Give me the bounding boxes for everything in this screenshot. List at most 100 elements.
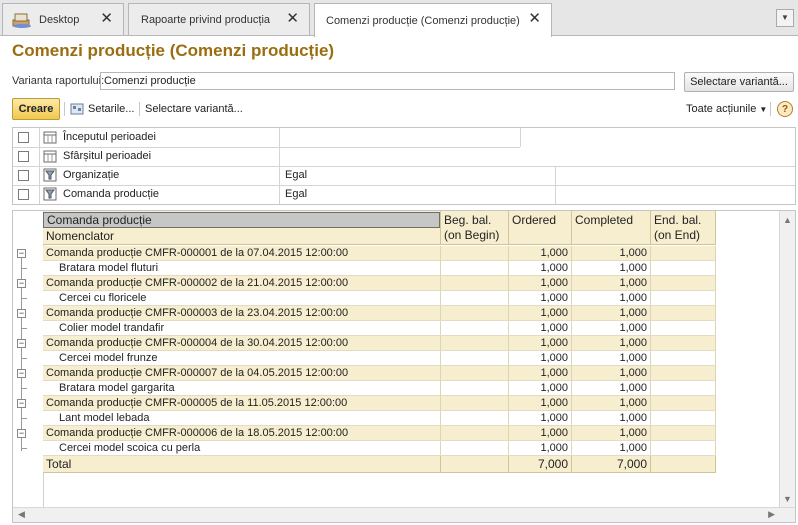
- product-row[interactable]: Lant model lebada 1,000 1,000: [43, 411, 716, 426]
- header-beg-bal: Beg. bal. (on Begin): [441, 211, 509, 245]
- collapse-icon[interactable]: −: [17, 339, 26, 348]
- tab-label: Desktop: [39, 13, 80, 26]
- collapse-icon[interactable]: −: [17, 399, 26, 408]
- tab-label: Comenzi producție (Comenzi producție): [326, 14, 520, 27]
- setting-condition[interactable]: Egal: [285, 188, 307, 200]
- cell-name: Comanda producție CMFR-000005 de la 11.0…: [43, 396, 441, 410]
- setting-checkbox[interactable]: [18, 189, 29, 200]
- cell-ordered: 1,000: [509, 396, 572, 410]
- cell-name: Colier model trandafir: [43, 321, 441, 335]
- report-table[interactable]: Nomenclator Comanda producție Beg. bal. …: [12, 210, 796, 523]
- cell-ordered: 1,000: [509, 366, 572, 380]
- order-row[interactable]: Comanda producție CMFR-000002 de la 21.0…: [43, 276, 716, 291]
- cell-ordered: 1,000: [509, 291, 572, 305]
- tree-hook: [21, 418, 27, 419]
- collapse-icon[interactable]: −: [17, 429, 26, 438]
- product-row[interactable]: Colier model trandafir 1,000 1,000: [43, 321, 716, 336]
- gear-icon[interactable]: [70, 102, 84, 116]
- cell-name: Comanda producție CMFR-000007 de la 04.0…: [43, 366, 441, 380]
- filter-icon: [43, 187, 57, 201]
- cell-beg: [441, 366, 509, 380]
- cell-beg: [441, 291, 509, 305]
- select-variant-link[interactable]: Selectare variantă...: [145, 103, 243, 115]
- collapse-icon[interactable]: −: [17, 279, 26, 288]
- cell-completed: 1,000: [572, 306, 651, 320]
- close-icon[interactable]: ✕: [286, 11, 299, 26]
- create-button[interactable]: Creare: [12, 98, 60, 120]
- tree-hook: [21, 268, 27, 269]
- cell-ordered: 1,000: [509, 441, 572, 455]
- cell-beg: [441, 396, 509, 410]
- cell-end: [651, 246, 716, 260]
- order-row[interactable]: Comanda producție CMFR-000007 de la 04.0…: [43, 366, 716, 381]
- tab-label: Rapoarte privind producția: [141, 13, 271, 26]
- collapse-icon[interactable]: −: [17, 249, 26, 258]
- calendar-icon: [43, 150, 57, 163]
- cell-beg: [441, 336, 509, 350]
- cell-ordered: 1,000: [509, 261, 572, 275]
- setting-condition[interactable]: Egal: [285, 169, 307, 181]
- product-row[interactable]: Cercei model scoica cu perla 1,000 1,000: [43, 441, 716, 456]
- cell-end: [651, 306, 716, 320]
- cell-name: Lant model lebada: [43, 411, 441, 425]
- setting-row-period-end: Sfârșitul perioadei: [13, 147, 795, 166]
- close-icon[interactable]: ✕: [528, 11, 541, 26]
- variant-field[interactable]: Comenzi producție: [100, 72, 675, 90]
- cell-end: [651, 441, 716, 455]
- tabs-dropdown-icon[interactable]: ▼: [776, 9, 794, 27]
- help-icon[interactable]: ?: [777, 101, 793, 117]
- setting-checkbox[interactable]: [18, 151, 29, 162]
- product-row[interactable]: Bratara model fluturi 1,000 1,000: [43, 261, 716, 276]
- order-row[interactable]: Comanda producție CMFR-000004 de la 30.0…: [43, 336, 716, 351]
- close-icon[interactable]: ✕: [100, 11, 113, 26]
- cell-ordered: 1,000: [509, 411, 572, 425]
- cell-name: Comanda producție CMFR-000003 de la 23.0…: [43, 306, 441, 320]
- setting-checkbox[interactable]: [18, 132, 29, 143]
- cell-end: [651, 291, 716, 305]
- collapse-icon[interactable]: −: [17, 369, 26, 378]
- order-row[interactable]: Comanda producție CMFR-000006 de la 18.0…: [43, 426, 716, 441]
- tree-hook: [21, 358, 27, 359]
- scroll-up-icon[interactable]: ▲: [783, 215, 792, 225]
- cell-beg: [441, 321, 509, 335]
- cell-beg: [441, 261, 509, 275]
- order-row[interactable]: Comanda producție CMFR-000003 de la 23.0…: [43, 306, 716, 321]
- cell-completed: 1,000: [572, 321, 651, 335]
- total-row: Total 7,000 7,000: [43, 456, 716, 473]
- setting-checkbox[interactable]: [18, 170, 29, 181]
- product-row[interactable]: Bratara model gargarita 1,000 1,000: [43, 381, 716, 396]
- cell-completed: 1,000: [572, 291, 651, 305]
- order-row[interactable]: Comanda producție CMFR-000005 de la 11.0…: [43, 396, 716, 411]
- settings-button[interactable]: Setarile...: [88, 103, 134, 115]
- cell-name: Comanda producție CMFR-000006 de la 18.0…: [43, 426, 441, 440]
- scroll-left-icon[interactable]: ◀: [18, 509, 25, 520]
- collapse-icon[interactable]: −: [17, 309, 26, 318]
- tree-hook: [21, 298, 27, 299]
- cell-end: [651, 276, 716, 290]
- header-completed: Completed: [572, 211, 651, 245]
- chevron-down-icon: ▼: [759, 105, 768, 114]
- scroll-right-icon[interactable]: ▶: [768, 509, 775, 520]
- cell-end: [651, 396, 716, 410]
- product-row[interactable]: Cercei cu floricele 1,000 1,000: [43, 291, 716, 306]
- cell-ordered: 1,000: [509, 336, 572, 350]
- cell-name: Cercei model frunze: [43, 351, 441, 365]
- all-actions-menu[interactable]: Toate acțiunile ▼: [686, 103, 767, 115]
- product-row[interactable]: Cercei model frunze 1,000 1,000: [43, 351, 716, 366]
- scroll-down-icon[interactable]: ▼: [783, 494, 792, 504]
- cell-completed: 1,000: [572, 276, 651, 290]
- setting-name: Sfârșitul perioadei: [63, 150, 152, 162]
- cell-ordered: 1,000: [509, 276, 572, 290]
- cell-name: Comanda producție CMFR-000002 de la 21.0…: [43, 276, 441, 290]
- tab-desktop[interactable]: Desktop ✕: [2, 3, 124, 35]
- tab-comenzi-productie[interactable]: Comenzi producție (Comenzi producție) ✕: [314, 3, 552, 37]
- cell-name: Bratara model fluturi: [43, 261, 441, 275]
- vertical-scrollbar[interactable]: ▲ ▼: [779, 211, 795, 508]
- setting-name: Organizație: [63, 169, 120, 181]
- tree-hook: [21, 328, 27, 329]
- select-variant-button[interactable]: Selectare variantă...: [684, 72, 794, 92]
- tab-rapoarte[interactable]: Rapoarte privind producția ✕: [128, 3, 310, 35]
- header-order-cell[interactable]: Comanda producție: [43, 212, 440, 228]
- order-row[interactable]: Comanda producție CMFR-000001 de la 07.0…: [43, 246, 716, 261]
- horizontal-scrollbar[interactable]: ◀ ▶: [13, 507, 795, 522]
